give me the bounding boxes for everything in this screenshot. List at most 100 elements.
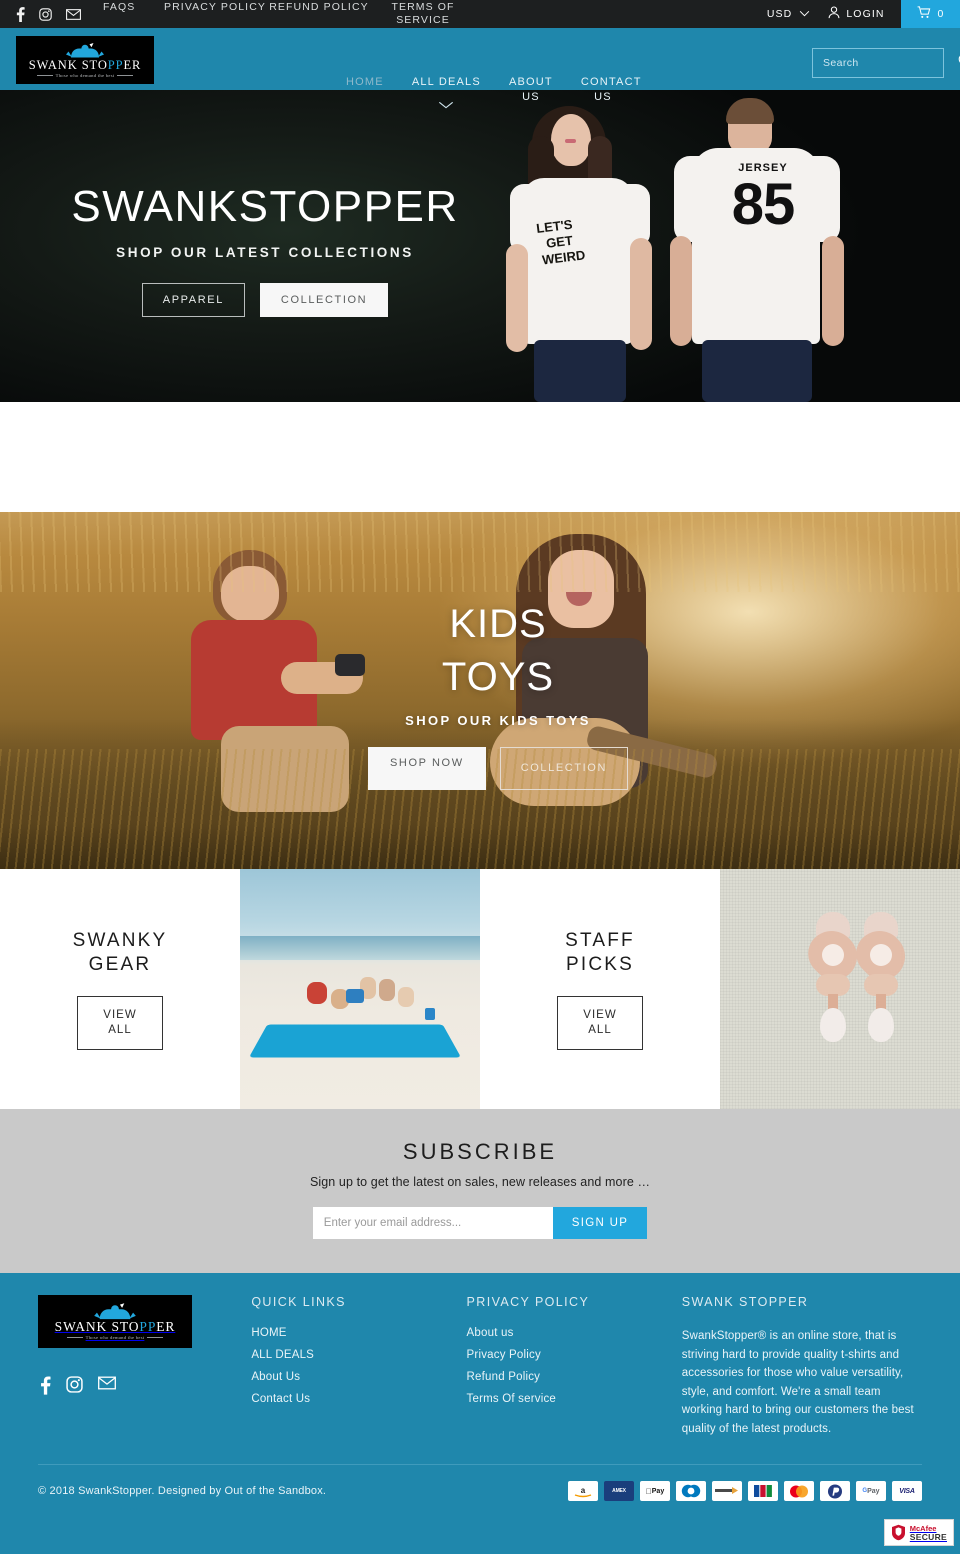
- footer-logo[interactable]: SWANK STOPPER Those who demand the best: [38, 1295, 192, 1348]
- footer-link-privacy-policy[interactable]: Privacy Policy: [467, 1349, 682, 1361]
- tile-beach-image[interactable]: [240, 869, 480, 1109]
- topbar-policy-links: FAQS PRIVACY POLICY REFUND POLICY TERMS …: [103, 1, 475, 27]
- tile-swanky-gear[interactable]: SWANKY GEAR VIEW ALL: [0, 869, 240, 1109]
- nav-item-home[interactable]: HOME: [332, 75, 398, 90]
- nav-item-all-deals[interactable]: ALL DEALS: [398, 75, 495, 90]
- subscribe-title: SUBSCRIBE: [402, 1139, 558, 1164]
- footer-link-about-us-2[interactable]: About us: [467, 1327, 682, 1339]
- nav-item-all-deals-wrap: ALL DEALS: [398, 75, 495, 109]
- discover-icon: [712, 1481, 742, 1501]
- currency-selector[interactable]: USD: [753, 0, 824, 28]
- hero-copy: SWANKSTOPPER SHOP OUR LATEST COLLECTIONS…: [0, 90, 960, 317]
- login-button[interactable]: LOGIN: [824, 0, 900, 28]
- topbar-link-refund-policy[interactable]: REFUND POLICY: [267, 1, 371, 14]
- google-pay-icon: G Pay: [856, 1481, 886, 1501]
- beach-lifestyle-image: [240, 869, 480, 1109]
- kids-title-line1: KIDS: [449, 602, 547, 646]
- topbar-link-terms-of-service[interactable]: TERMS OF SERVICE: [371, 1, 475, 27]
- beach-blanket: [249, 1024, 462, 1058]
- mastercard-icon: [784, 1481, 814, 1501]
- topbar-right-group: USD LOGIN 0: [753, 0, 960, 28]
- topbar-link-faqs[interactable]: FAQS: [103, 1, 163, 14]
- cart-icon: [917, 6, 931, 22]
- tile-title-line2: GEAR: [88, 953, 152, 975]
- search-input[interactable]: [823, 57, 958, 69]
- mcafee-text: McAfee SECURE: [909, 1523, 947, 1542]
- kids-subtitle: SHOP OUR KIDS TOYS: [405, 713, 591, 728]
- kids-shop-now-button[interactable]: SHOP NOW: [367, 747, 486, 790]
- amazon-pay-icon: a: [568, 1481, 598, 1501]
- tile-earrings-image[interactable]: [720, 869, 960, 1109]
- top-utility-bar: FAQS PRIVACY POLICY REFUND POLICY TERMS …: [0, 0, 960, 28]
- facebook-icon[interactable]: [16, 6, 25, 22]
- hero-buttons: APPAREL COLLECTION: [40, 283, 490, 317]
- logo-tagline: Those who demand the best: [36, 73, 134, 78]
- tile-title-line1: SWANKY: [72, 929, 168, 951]
- subscribe-description: Sign up to get the latest on sales, new …: [309, 1175, 651, 1189]
- diners-club-icon: [676, 1481, 706, 1501]
- hero-apparel-button[interactable]: APPAREL: [141, 283, 245, 317]
- footer-link-refund-policy[interactable]: Refund Policy: [467, 1371, 682, 1383]
- footer-quick-links-column: QUICK LINKS HOME ALL DEALS About Us Cont…: [251, 1295, 466, 1438]
- footer-privacy-column: PRIVACY POLICY About us Privacy Policy R…: [467, 1295, 682, 1438]
- site-header: SWANK STOPPER Those who demand the best …: [0, 28, 960, 109]
- cart-button[interactable]: 0: [900, 0, 960, 28]
- topbar-link-privacy-policy[interactable]: PRIVACY POLICY: [163, 1, 267, 14]
- footer-link-all-deals[interactable]: ALL DEALS: [251, 1349, 466, 1361]
- email-icon[interactable]: [98, 1376, 116, 1395]
- hero-subtitle: SHOP OUR LATEST COLLECTIONS: [116, 245, 414, 260]
- swanky-gear-view-all-button[interactable]: VIEW ALL: [77, 995, 163, 1050]
- logo-tagline: Those who demand the best: [66, 1335, 164, 1340]
- footer-link-contact-us[interactable]: Contact Us: [251, 1393, 466, 1405]
- shield-icon: [891, 1524, 906, 1541]
- kids-title-line2: TOYS: [441, 655, 555, 699]
- facebook-icon[interactable]: [40, 1376, 51, 1395]
- logo-wordmark: SWANK STOPPER: [54, 1319, 176, 1334]
- footer-heading-privacy-policy: PRIVACY POLICY: [466, 1295, 590, 1309]
- footer-about-column: SWANK STOPPER SwankStopper® is an online…: [682, 1295, 922, 1438]
- hero-banner: LET'S GET WEIRD JERSEY 85 SWANKSTOPPER S…: [0, 90, 960, 402]
- section-spacer: [0, 402, 960, 512]
- search-form: [812, 48, 960, 78]
- subscribe-section: SUBSCRIBE Sign up to get the latest on s…: [0, 1109, 960, 1273]
- mcafee-secure-badge[interactable]: McAfee SECURE: [883, 1519, 954, 1546]
- email-icon[interactable]: [66, 8, 81, 20]
- email-input[interactable]: [312, 1207, 553, 1239]
- staff-picks-view-all-button[interactable]: VIEW ALL: [557, 995, 643, 1050]
- svg-text:a: a: [581, 1486, 586, 1495]
- footer-brand-column: SWANK STOPPER Those who demand the best: [38, 1295, 251, 1438]
- hero-collection-button[interactable]: COLLECTION: [259, 283, 389, 317]
- paypal-icon: [820, 1481, 850, 1501]
- swank-stopper-logo-icon: [92, 1303, 138, 1320]
- tile-title: SWANKY GEAR: [73, 929, 168, 977]
- nav-item-about-us[interactable]: ABOUT US: [495, 75, 567, 105]
- sign-up-button[interactable]: SIGN UP: [552, 1207, 648, 1239]
- instagram-icon[interactable]: [39, 7, 52, 21]
- site-logo[interactable]: SWANK STOPPER Those who demand the best: [16, 36, 154, 84]
- nav-item-contact-us[interactable]: CONTACT US: [567, 75, 641, 105]
- footer-link-terms-of-service[interactable]: Terms Of service: [467, 1393, 682, 1405]
- tile-title-line1: STAFF: [565, 929, 635, 951]
- payment-methods: a AMEX Pay: [568, 1481, 922, 1501]
- hero-title: SWANKSTOPPER: [71, 182, 459, 231]
- tile-title: STAFF PICKS: [565, 929, 635, 977]
- ocean-band: [240, 936, 480, 961]
- logo-wordmark: SWANK STOPPER: [28, 57, 142, 72]
- kids-collection-button[interactable]: COLLECTION: [499, 747, 628, 790]
- footer-link-about-us[interactable]: About Us: [251, 1371, 466, 1383]
- cart-count: 0: [937, 8, 944, 20]
- footer-social-links: [38, 1376, 251, 1395]
- earrings-product-image: [720, 869, 960, 1109]
- user-icon: [828, 6, 840, 22]
- subscribe-form: SIGN UP: [0, 1207, 960, 1239]
- american-express-icon: AMEX: [604, 1481, 634, 1501]
- tile-staff-picks[interactable]: STAFF PICKS VIEW ALL: [480, 869, 720, 1109]
- page-root: FAQS PRIVACY POLICY REFUND POLICY TERMS …: [0, 0, 960, 1554]
- site-footer: SWANK STOPPER Those who demand the best: [0, 1273, 960, 1554]
- instagram-icon[interactable]: [66, 1376, 83, 1395]
- chevron-down-icon: [799, 8, 810, 20]
- footer-link-home[interactable]: HOME: [251, 1327, 466, 1339]
- jcb-icon: [748, 1481, 778, 1501]
- footer-columns: SWANK STOPPER Those who demand the best: [0, 1295, 960, 1438]
- login-label: LOGIN: [846, 8, 885, 20]
